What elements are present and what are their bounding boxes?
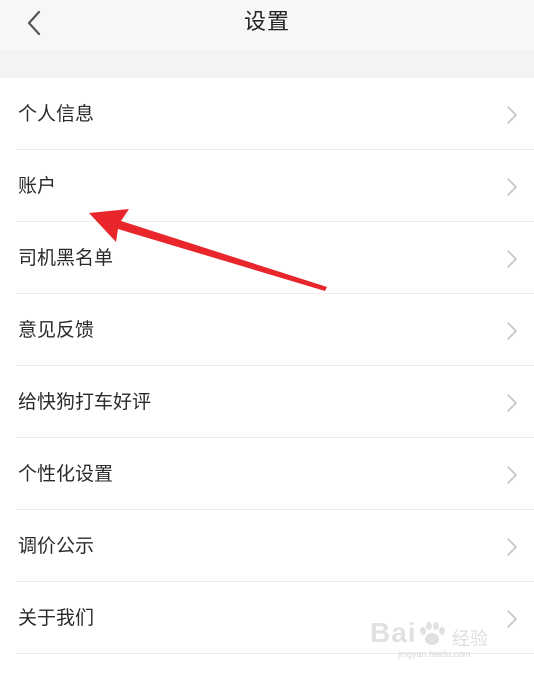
settings-item-rate-app[interactable]: 给快狗打车好评: [0, 366, 534, 438]
chevron-right-icon: [507, 610, 517, 628]
settings-item-label: 调价公示: [18, 535, 95, 557]
settings-item-driver-blacklist[interactable]: 司机黑名单: [0, 222, 534, 294]
settings-item-personal-info[interactable]: 个人信息: [0, 78, 534, 150]
settings-item-label: 给快狗打车好评: [18, 391, 152, 413]
settings-item-personalization[interactable]: 个性化设置: [0, 438, 534, 510]
settings-list: 个人信息 账户 司机黑名单 意见反馈 给快狗打车好评 个性化设置 调价公示 关于…: [0, 78, 534, 654]
chevron-right-icon: [507, 322, 517, 340]
chevron-right-icon: [507, 538, 517, 556]
settings-item-price-notice[interactable]: 调价公示: [0, 510, 534, 582]
chevron-right-icon: [507, 106, 517, 124]
settings-item-label: 账户: [18, 175, 57, 197]
top-nav-bar: 设置: [0, 0, 534, 50]
settings-item-label: 司机黑名单: [18, 247, 114, 269]
settings-item-label: 意见反馈: [18, 319, 95, 341]
chevron-right-icon: [507, 394, 517, 412]
chevron-right-icon: [507, 250, 517, 268]
settings-item-account[interactable]: 账户: [0, 150, 534, 222]
settings-item-label: 关于我们: [18, 607, 95, 629]
settings-item-feedback[interactable]: 意见反馈: [0, 294, 534, 366]
settings-item-label: 个人信息: [18, 103, 95, 125]
page-title: 设置: [243, 10, 290, 35]
settings-item-label: 个性化设置: [18, 463, 114, 485]
chevron-right-icon: [507, 178, 517, 196]
settings-item-about-us[interactable]: 关于我们: [0, 582, 534, 654]
section-divider: [0, 50, 534, 78]
chevron-right-icon: [507, 466, 517, 484]
